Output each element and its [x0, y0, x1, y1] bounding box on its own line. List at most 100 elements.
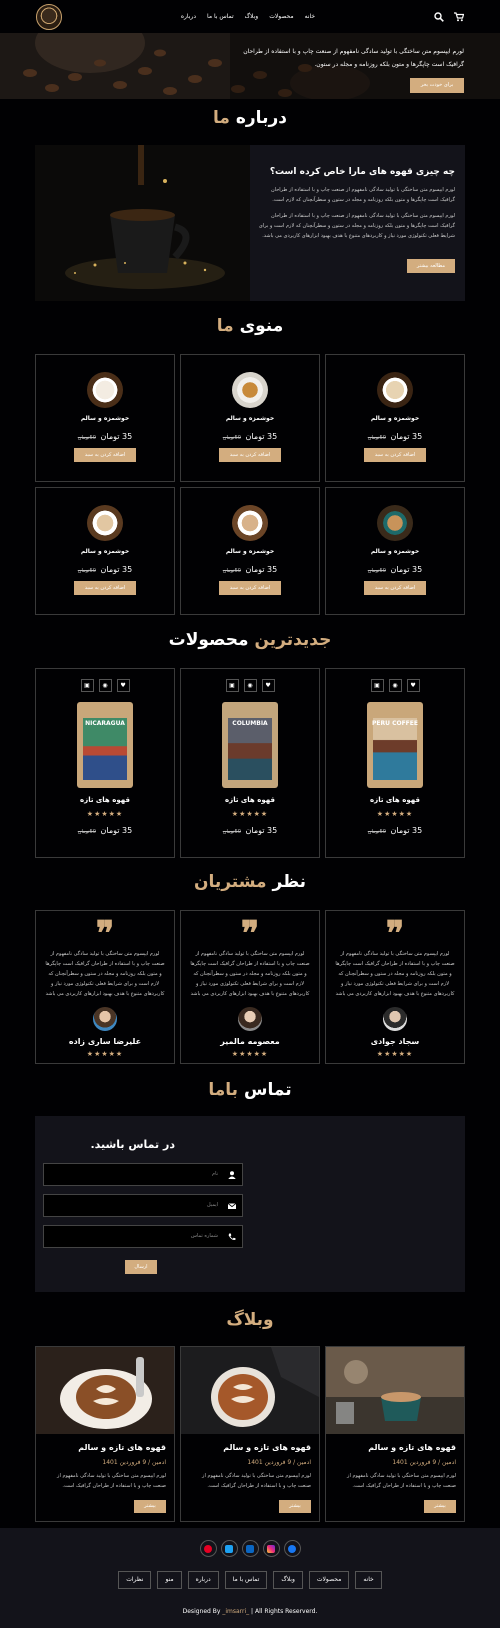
price-old: 50تومان — [367, 829, 386, 835]
rating-stars: ★★★★★ — [231, 810, 269, 818]
coffee-bag-image: COLUMBIA — [222, 702, 278, 788]
instagram-icon[interactable] — [262, 1540, 280, 1557]
footer-link-reviews[interactable]: نظرات — [118, 1571, 152, 1589]
menu-card: خوشمزه و سالم 35 تومان 50تومان اضافه کرد… — [325, 487, 465, 615]
cart-icon[interactable]: ▣ — [370, 679, 384, 692]
nav-about[interactable]: درباره — [181, 13, 196, 20]
review-card: ❞ لورم ایپسوم متن ساختگی با تولید سادگی … — [325, 910, 465, 1064]
menu-item-name: خوشمزه و سالم — [370, 548, 420, 555]
price-current: 35 تومان — [245, 432, 278, 441]
blog-card: قهوه های تازه و سالم ادمین / 9 فروردین 1… — [325, 1346, 465, 1522]
product-name: قهوه های تازه — [80, 796, 130, 804]
add-to-cart-button[interactable]: اضافه کردن به سبد — [74, 448, 136, 462]
name-field[interactable]: نام — [43, 1163, 243, 1186]
nav-contact[interactable]: تماس با ما — [207, 13, 234, 20]
nav-home[interactable]: خانه — [305, 13, 315, 20]
price-current: 35 تومان — [100, 432, 133, 441]
add-to-cart-button[interactable]: اضافه کردن به سبد — [219, 448, 281, 462]
buy-now-button[interactable]: برای خودت بخر — [410, 78, 464, 93]
reviewer-name: معصومه مالمیر — [220, 1037, 280, 1046]
phone-field[interactable]: شماره تماس — [43, 1225, 243, 1248]
footer-link-about[interactable]: درباره — [187, 1571, 219, 1589]
add-to-cart-button[interactable]: اضافه کردن به سبد — [364, 448, 426, 462]
products-title-accent: جدیدترین — [254, 630, 332, 650]
bag-label: PERU COFFEE — [372, 720, 418, 727]
footer-link-contact[interactable]: تماس با ما — [224, 1571, 268, 1589]
menu-title: منوی ما — [0, 316, 500, 336]
footer-link-menu[interactable]: منو — [157, 1571, 182, 1589]
about-title-main: درباره — [235, 108, 287, 128]
avatar — [238, 1007, 262, 1031]
blog-title-accent: وبلاگ — [226, 1310, 274, 1330]
designer-link[interactable]: _imsarri_ — [222, 1608, 249, 1615]
footer-link-blog[interactable]: وبلاگ — [273, 1571, 303, 1589]
price-old: 50تومان — [367, 568, 386, 574]
eye-icon[interactable]: ◉ — [243, 679, 257, 692]
reviewer-name: علیرضا ساری زاده — [68, 1037, 142, 1046]
coffee-cup-thumb — [232, 372, 268, 408]
facebook-icon[interactable] — [283, 1540, 301, 1557]
cart-icon[interactable]: ▣ — [80, 679, 94, 692]
product-price: 35 تومان 50تومان — [326, 826, 464, 835]
nav-blog[interactable]: وبلاگ — [245, 13, 259, 20]
nav-products[interactable]: محصولات — [269, 13, 293, 20]
menu-title-accent: ما — [216, 316, 234, 336]
quote-icon: ❞ — [385, 914, 405, 954]
about-paragraph-1: لورم ایپسوم متن ساختگی با تولید سادگی نا… — [271, 187, 455, 203]
blog-image — [181, 1347, 319, 1434]
pinterest-icon[interactable] — [199, 1540, 217, 1557]
more-button[interactable]: بیشتر — [279, 1500, 311, 1513]
linkedin-icon[interactable] — [241, 1540, 259, 1557]
search-icon[interactable] — [434, 11, 444, 22]
phone-icon — [222, 1226, 242, 1247]
heart-icon[interactable]: ♥ — [261, 679, 275, 692]
menu-item-price: 35 تومان 50تومان — [326, 565, 464, 574]
rating-stars: ★★★★★ — [231, 1050, 269, 1058]
contact-title: تماس باما — [0, 1080, 500, 1100]
heart-icon[interactable]: ♥ — [116, 679, 130, 692]
blog-image — [36, 1347, 174, 1434]
email-field[interactable]: ایمیل — [43, 1194, 243, 1217]
eye-icon[interactable]: ◉ — [98, 679, 112, 692]
about-section: چه چیزی قهوه های مارا خاص کرده است؟ لورم… — [35, 145, 465, 301]
menu-item-name: خوشمزه و سالم — [80, 548, 130, 555]
copyright-prefix: Designed By — [182, 1608, 223, 1615]
user-icon — [222, 1164, 242, 1185]
menu-item-name: خوشمزه و سالم — [80, 415, 130, 422]
envelope-icon — [222, 1195, 242, 1216]
eye-icon[interactable]: ◉ — [388, 679, 402, 692]
blog-post-date: ادمین / 9 فروردین 1401 — [247, 1459, 311, 1466]
footer-link-home[interactable]: خانه — [355, 1571, 382, 1589]
add-to-cart-button[interactable]: اضافه کردن به سبد — [364, 581, 426, 595]
cart-icon[interactable]: ▣ — [225, 679, 239, 692]
coffee-logo[interactable] — [36, 3, 62, 30]
more-button[interactable]: بیشتر — [424, 1500, 456, 1513]
products-grid: ♥ ◉ ▣ PERU COFFEE قهوه های تازه ★★★★★ 35… — [35, 668, 465, 858]
product-card: ♥ ◉ ▣ COLUMBIA قهوه های تازه ★★★★★ 35 تو… — [180, 668, 320, 858]
price-current: 35 تومان — [390, 432, 423, 441]
site-footer: خانه محصولات وبلاگ تماس با ما درباره منو… — [0, 1528, 500, 1628]
product-name: قهوه های تازه — [370, 796, 420, 804]
products-title-main: محصولات — [168, 630, 249, 650]
twitter-icon[interactable] — [220, 1540, 238, 1557]
more-button[interactable]: بیشتر — [134, 1500, 166, 1513]
price-current: 35 تومان — [245, 826, 278, 835]
product-price: 35 تومان 50تومان — [181, 826, 319, 835]
read-more-button[interactable]: مطالعه بیشتر — [407, 259, 455, 273]
coffee-bag-image: NICARAGUA — [77, 702, 133, 788]
price-old: 50تومان — [222, 435, 241, 441]
review-card: ❞ لورم ایپسوم متن ساختگی با تولید سادگی … — [35, 910, 175, 1064]
contact-heading: در تماس باشید. — [90, 1138, 175, 1151]
blog-card: قهوه های تازه و سالم ادمین / 9 فروردین 1… — [180, 1346, 320, 1522]
heart-icon[interactable]: ♥ — [406, 679, 420, 692]
review-card: ❞ لورم ایپسوم متن ساختگی با تولید سادگی … — [180, 910, 320, 1064]
footer-link-products[interactable]: محصولات — [308, 1571, 350, 1589]
price-old: 50تومان — [367, 435, 386, 441]
add-to-cart-button[interactable]: اضافه کردن به سبد — [74, 581, 136, 595]
contact-title-main: تماس — [243, 1080, 292, 1100]
add-to-cart-button[interactable]: اضافه کردن به سبد — [219, 581, 281, 595]
cart-icon[interactable] — [453, 11, 464, 22]
menu-card: خوشمزه و سالم 35 تومان 50تومان اضافه کرد… — [35, 487, 175, 615]
about-heading: چه چیزی قهوه های مارا خاص کرده است؟ — [269, 167, 455, 177]
send-button[interactable]: ارسال — [125, 1260, 157, 1274]
